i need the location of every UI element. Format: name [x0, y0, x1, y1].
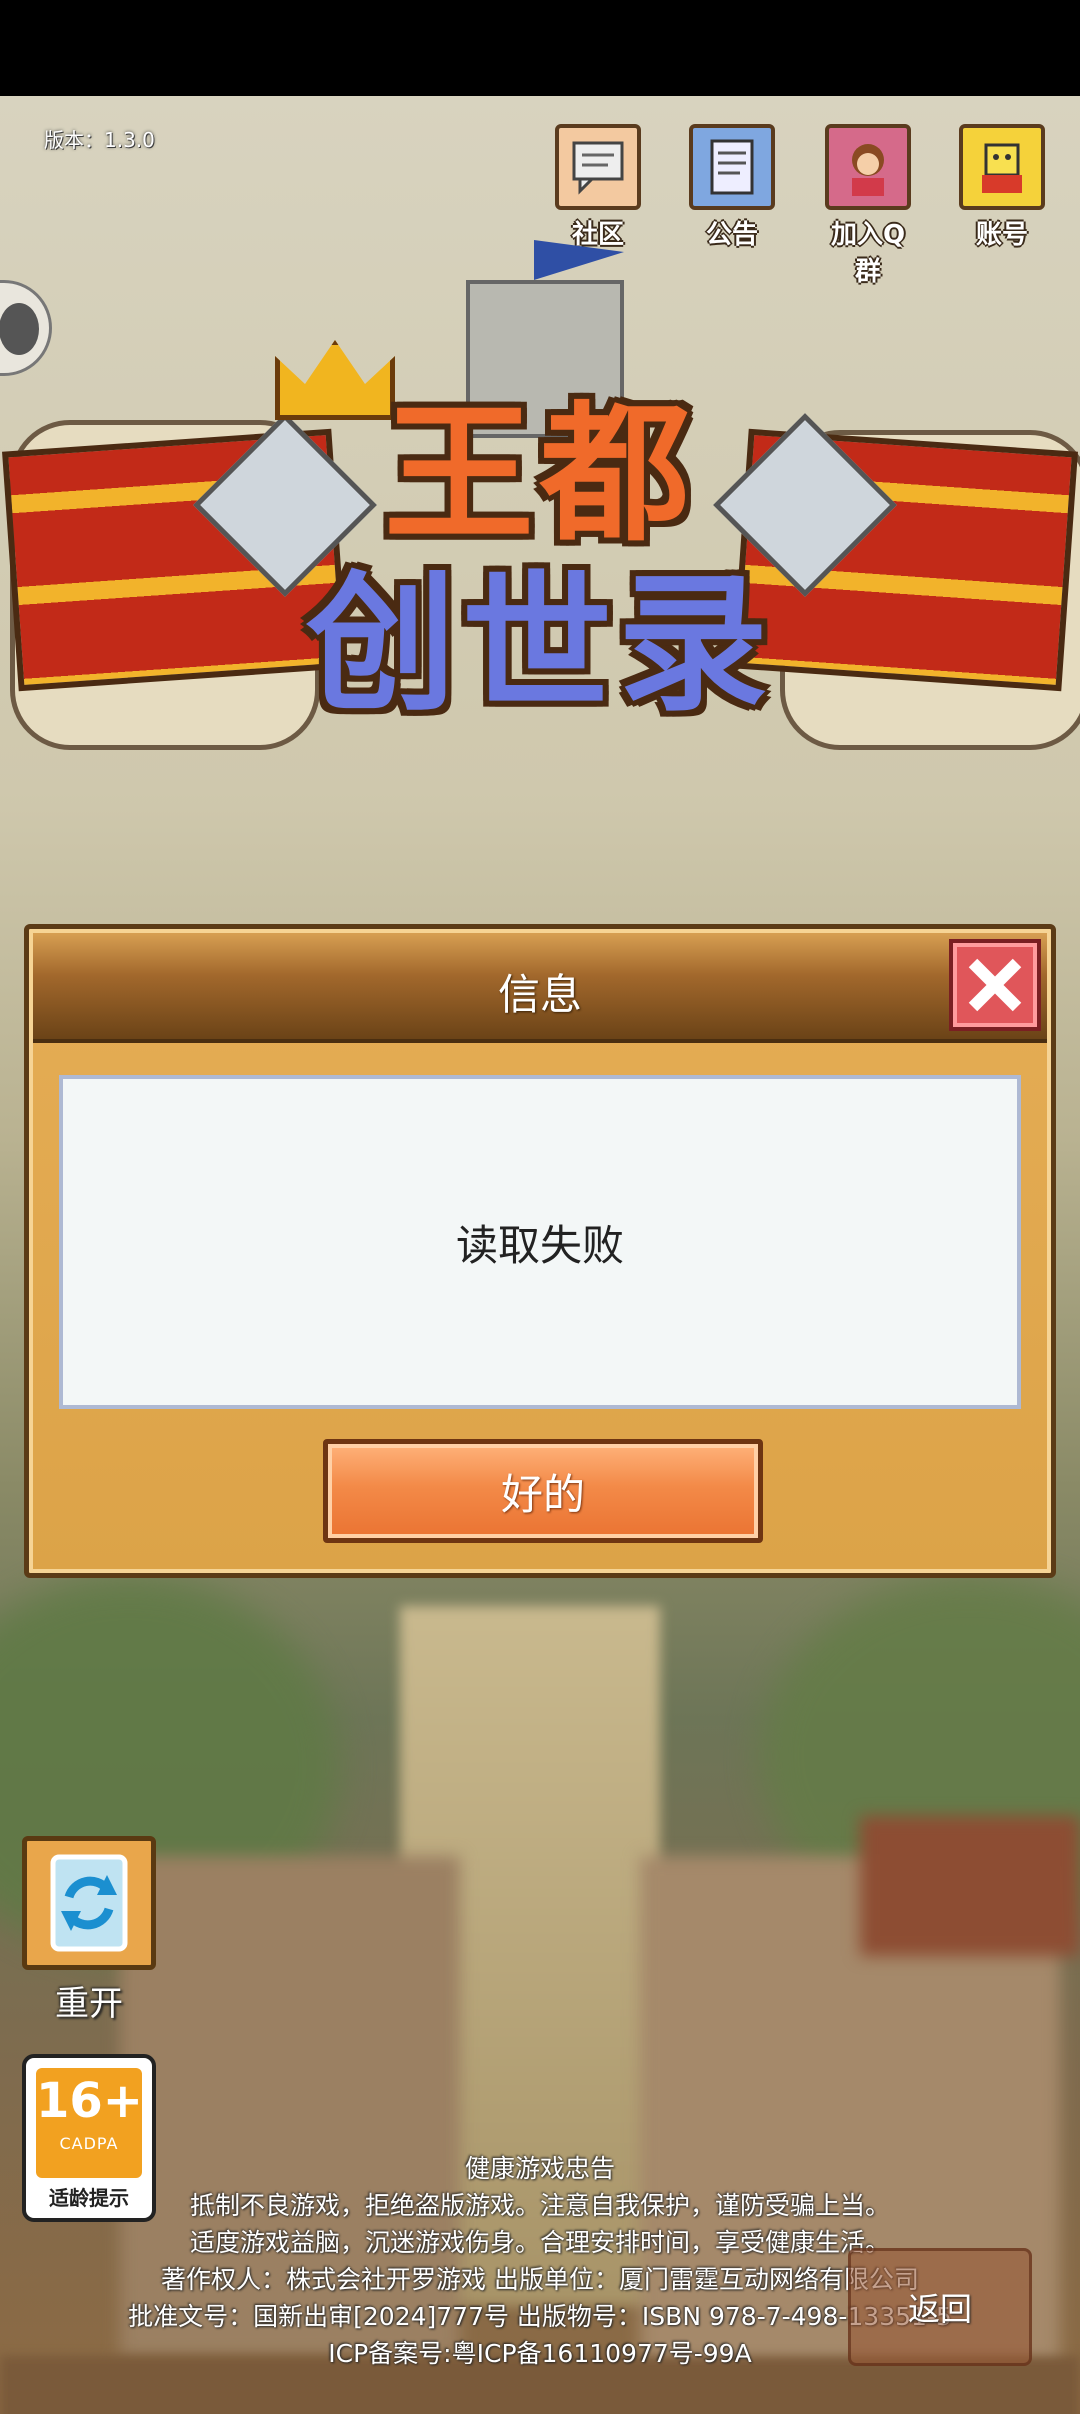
ok-button-label: 好的 — [500, 1469, 585, 1519]
dialog-message: 读取失败 — [455, 1220, 624, 1270]
notice-line: 健康游戏忠告 — [464, 2154, 615, 2183]
version-label: 版本：1.3.0 — [44, 128, 155, 152]
message-box: 读取失败 — [59, 1075, 1021, 1409]
chat-icon — [555, 124, 641, 210]
back-button[interactable]: 返回 — [848, 2248, 1032, 2366]
account-button[interactable]: 账号 — [954, 124, 1050, 251]
close-button[interactable] — [949, 939, 1041, 1031]
back-button-label: 返回 — [907, 2290, 972, 2328]
ok-button[interactable]: 好的 — [323, 1439, 763, 1543]
restart-label: 重开 — [55, 1984, 123, 2024]
announcement-button[interactable]: 公告 — [684, 124, 780, 251]
info-dialog: 信息 读取失败 好的 — [24, 924, 1056, 1578]
restart-icon — [22, 1836, 156, 1970]
flag-icon — [534, 240, 624, 280]
account-icon — [959, 124, 1045, 210]
logo-title-line1: 王都 — [383, 388, 696, 562]
dialog-header: 信息 — [33, 933, 1047, 1043]
dialog-title: 信息 — [497, 970, 582, 1019]
background-roof — [860, 1816, 1080, 1956]
logo-title-line2: 创世录 — [305, 558, 774, 732]
close-icon — [968, 958, 1022, 1012]
restart-button[interactable]: 重开 — [22, 1836, 156, 2025]
notice-icon — [689, 124, 775, 210]
notice-line: 抵制不良游戏，拒绝盗版游戏。注意自我保护，谨防受骗上当。 — [189, 2191, 890, 2220]
community-button[interactable]: 社区 — [550, 124, 646, 251]
avatar-icon — [825, 124, 911, 210]
game-logo: 王都 创世录 — [0, 240, 1080, 900]
age-rating-number: 16+ — [36, 2073, 144, 2129]
status-bar — [0, 0, 1080, 96]
